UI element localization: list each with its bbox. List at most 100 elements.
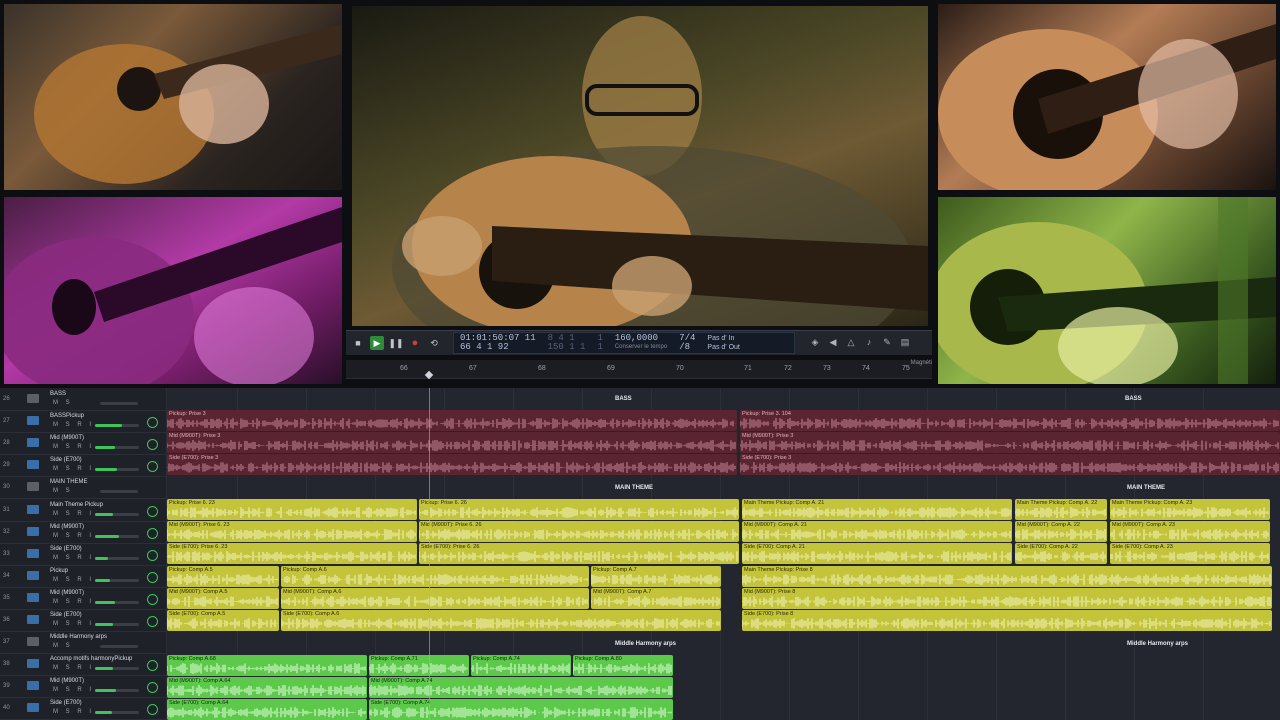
track-buttons[interactable]: M S R I bbox=[53, 511, 94, 517]
audio-region[interactable]: Main Theme Pickup: Comp A. 21 bbox=[742, 499, 1012, 520]
pan-knob[interactable] bbox=[147, 505, 158, 517]
tuner-icon[interactable]: ♪ bbox=[863, 337, 875, 349]
track-header[interactable]: 38 Accomp motifs harmonyPickup M S R I bbox=[0, 653, 166, 677]
volume-slider[interactable] bbox=[95, 578, 139, 582]
audio-region[interactable]: Pickup: Prise 3. 104 bbox=[740, 410, 1280, 431]
audio-region[interactable]: Side (E700): Comp A. 23 bbox=[1110, 543, 1270, 564]
record-button[interactable]: ● bbox=[408, 336, 422, 350]
volume-slider[interactable] bbox=[95, 468, 139, 472]
track-name[interactable]: Accomp motifs harmonyPickup bbox=[50, 656, 132, 662]
audio-region[interactable]: Side (E700): Comp A. 22 bbox=[1015, 543, 1107, 564]
track-header[interactable]: 27 BASSPickup M S R I bbox=[0, 410, 166, 434]
track-header[interactable]: 30 MAIN THEME M S bbox=[0, 476, 166, 500]
track-name[interactable]: MAIN THEME bbox=[50, 479, 88, 485]
pause-button[interactable]: ❚❚ bbox=[388, 336, 403, 350]
track-header[interactable]: 28 Mid (M900T) M S R I bbox=[0, 432, 166, 456]
audio-region[interactable]: Mid (M900T): Prise 8 bbox=[742, 588, 1272, 609]
track-buttons[interactable]: M S R I bbox=[53, 533, 94, 539]
audio-region[interactable]: Side (E700): Comp A.5 bbox=[167, 610, 279, 631]
metronome-icon[interactable]: △ bbox=[845, 337, 857, 349]
folder-region-bass[interactable]: BASS bbox=[1125, 396, 1142, 402]
track-name[interactable]: Side (E700) bbox=[50, 700, 82, 706]
pan-knob[interactable] bbox=[147, 439, 158, 451]
audio-region[interactable]: Mid (M900T): Comp A.7 bbox=[591, 588, 721, 609]
magnetism-label[interactable]: Magnéti bbox=[911, 360, 932, 366]
track-name[interactable]: Main Theme Pickup bbox=[50, 502, 103, 508]
play-button[interactable]: ▶ bbox=[370, 336, 384, 350]
track-buttons[interactable]: M S bbox=[53, 488, 73, 494]
volume-slider[interactable] bbox=[95, 446, 139, 450]
track-header[interactable]: 26 BASS M S bbox=[0, 388, 166, 411]
folder-region-bass[interactable]: BASS bbox=[615, 396, 632, 402]
lcd-signature[interactable]: 7/4 /8 bbox=[673, 333, 701, 353]
replace-icon[interactable]: ◈ bbox=[809, 337, 821, 349]
mixer-icon[interactable]: ▤ bbox=[899, 337, 911, 349]
pan-knob[interactable] bbox=[147, 616, 158, 627]
playhead[interactable] bbox=[429, 388, 430, 720]
audio-region[interactable]: Mid (M900T): Prise 6. 26 bbox=[419, 521, 739, 542]
folder-region-main-theme[interactable]: MAIN THEME bbox=[1127, 485, 1165, 491]
lcd-tempo[interactable]: 160,0000 Conserver le tempo bbox=[609, 333, 673, 353]
track-header[interactable]: 32 Mid (M900T) M S R I bbox=[0, 521, 166, 544]
track-buttons[interactable]: M S bbox=[53, 400, 73, 406]
folder-region-middle[interactable]: Middle Harmony arps bbox=[615, 641, 676, 647]
audio-region[interactable]: Side (E700): Prise 6. 23 bbox=[167, 543, 417, 564]
audio-region[interactable]: Mid (M900T): Comp A. 22 bbox=[1015, 521, 1107, 542]
audio-region[interactable]: Pickup: Comp A.71 bbox=[369, 655, 469, 676]
audio-region[interactable]: Side (E700): Comp A.6 bbox=[281, 610, 721, 631]
audio-region[interactable]: Main Theme Pickup: Comp A. 22 bbox=[1015, 499, 1107, 520]
audio-region[interactable]: Pickup: Comp A.68 bbox=[167, 655, 367, 676]
track-name[interactable]: Side (E700) bbox=[50, 612, 82, 618]
audio-region[interactable]: Mid (M900T): Comp A. 23 bbox=[1110, 521, 1270, 542]
volume-slider[interactable] bbox=[95, 600, 139, 604]
track-header[interactable]: 39 Mid (M900T) M S R I bbox=[0, 675, 166, 699]
folder-region-main-theme[interactable]: MAIN THEME bbox=[615, 485, 653, 491]
audio-region[interactable]: Side (E700): Prise 3 bbox=[167, 454, 737, 475]
track-buttons[interactable]: M S bbox=[53, 643, 73, 649]
lcd-pas[interactable]: Pas d' In Pas d' Out bbox=[701, 333, 745, 353]
audio-region[interactable]: Side (E700): Prise 3 bbox=[740, 454, 1280, 475]
audio-region[interactable]: Pickup: Comp A.7 bbox=[591, 566, 721, 587]
volume-slider[interactable] bbox=[95, 623, 139, 626]
track-buttons[interactable]: M S R I bbox=[53, 665, 94, 671]
lcd-display[interactable]: 01:01:50:07 11 66 4 1 92 8 4 1 150 1 1 1… bbox=[453, 332, 795, 354]
track-buttons[interactable]: M S R I bbox=[53, 577, 94, 583]
volume-slider[interactable] bbox=[95, 556, 139, 560]
playhead-handle[interactable] bbox=[424, 370, 434, 380]
track-buttons[interactable]: M S R I bbox=[53, 709, 94, 715]
pan-knob[interactable] bbox=[147, 593, 158, 605]
audio-region[interactable]: Mid (M900T): Comp A.74 bbox=[369, 677, 673, 698]
volume-slider[interactable] bbox=[95, 711, 139, 715]
audio-region[interactable]: Pickup: Comp A.6 bbox=[281, 566, 589, 587]
audio-region[interactable]: Main Theme Pickup: Prise 8 bbox=[742, 566, 1272, 587]
audio-region[interactable]: Side (E700): Prise 6. 26 bbox=[419, 543, 739, 564]
volume-slider[interactable] bbox=[95, 689, 139, 693]
stop-button[interactable]: ■ bbox=[351, 336, 365, 350]
track-name[interactable]: Pickup bbox=[50, 568, 68, 574]
audio-region[interactable]: Side (E700): Prise 8 bbox=[742, 610, 1272, 631]
track-buttons[interactable]: M S R I bbox=[53, 599, 94, 605]
pan-knob[interactable] bbox=[147, 682, 158, 694]
track-name[interactable]: Mid (M900T) bbox=[50, 678, 84, 684]
track-name[interactable]: Mid (M900T) bbox=[50, 435, 84, 441]
track-name[interactable]: BASS bbox=[50, 391, 66, 397]
pan-knob[interactable] bbox=[147, 461, 158, 473]
speaker-icon[interactable]: ◀ bbox=[827, 337, 839, 349]
audio-region[interactable]: Mid (M900T): Comp A.5 bbox=[167, 588, 279, 609]
track-name[interactable]: BASSPickup bbox=[50, 413, 84, 419]
pan-knob[interactable] bbox=[147, 417, 158, 429]
audio-region[interactable]: Mid (M900T): Prise 3 bbox=[167, 432, 737, 453]
track-name[interactable]: Middle Harmony arps bbox=[50, 634, 107, 640]
cycle-button[interactable]: ⟲ bbox=[427, 336, 441, 350]
track-header[interactable]: 40 Side (E700) M S R I bbox=[0, 697, 166, 720]
pan-knob[interactable] bbox=[147, 660, 158, 672]
volume-slider[interactable] bbox=[95, 512, 139, 516]
track-header[interactable]: 37 Middle Harmony arps M S bbox=[0, 631, 166, 655]
audio-region[interactable]: Pickup: Prise 6. 26 bbox=[419, 499, 739, 520]
audio-region[interactable]: Side (E700): Comp A.64 bbox=[167, 699, 367, 720]
audio-region[interactable]: Pickup: Comp A.5 bbox=[167, 566, 279, 587]
track-name[interactable]: Side (E700) bbox=[50, 457, 82, 463]
pencil-icon[interactable]: ✎ bbox=[881, 337, 893, 349]
folder-region-middle[interactable]: Middle Harmony arps bbox=[1127, 641, 1188, 647]
pan-knob[interactable] bbox=[147, 549, 158, 561]
